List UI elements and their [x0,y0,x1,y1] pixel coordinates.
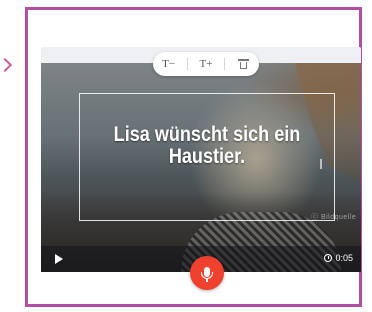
trash-icon [237,59,249,69]
image-watermark: ⓒ Bildquelle [311,214,357,221]
editor-frame: T− T+ Lisa wünscht sich ein Haustier. ⓒ … [25,7,362,307]
text-toolbar: T− T+ [153,52,259,76]
duration-text: 0:05 [335,253,353,263]
play-button[interactable] [51,251,67,267]
clock-icon [324,254,333,262]
text-box-resize-handle[interactable] [320,159,322,169]
duration-display: 0:05 [324,253,353,263]
toolbar-divider [186,58,188,70]
video-stage: T− T+ Lisa wünscht sich ein Haustier. ⓒ … [41,47,361,290]
play-icon [55,254,63,264]
toolbar-divider [224,58,226,70]
microphone-icon [201,266,213,282]
decrease-text-size-button[interactable]: T− [156,54,182,74]
caption-text[interactable]: Lisa wünscht sich ein Haustier. [112,124,301,168]
caption-text-box[interactable]: Lisa wünscht sich ein Haustier. [79,93,335,221]
video-frame[interactable]: Lisa wünscht sich ein Haustier. ⓒ Bildqu… [41,63,361,272]
increase-text-size-button[interactable]: T+ [193,54,219,74]
delete-text-button[interactable] [230,54,256,74]
left-edge-mark [0,57,13,73]
record-button[interactable] [190,256,224,290]
